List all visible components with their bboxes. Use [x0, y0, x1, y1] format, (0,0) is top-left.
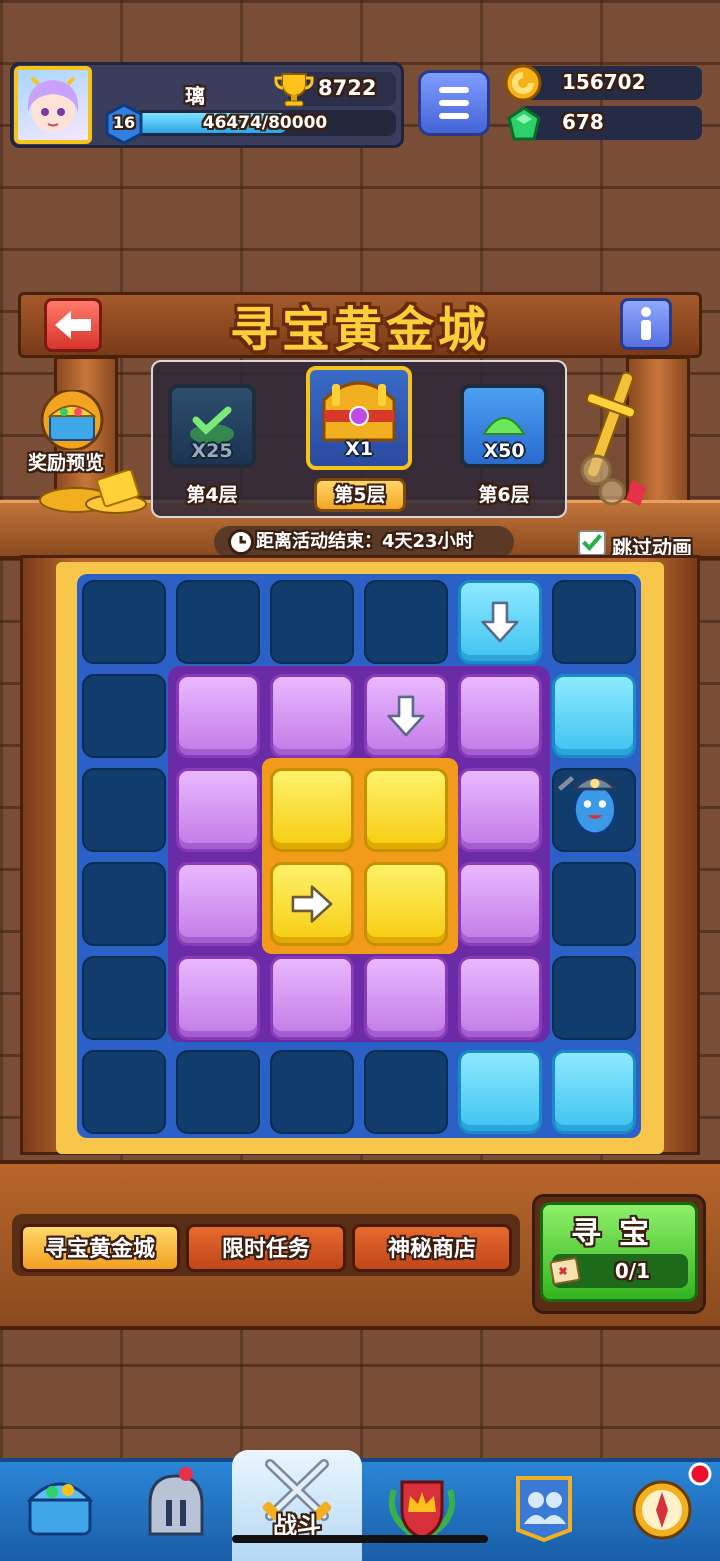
board-cell-0-5[interactable] — [552, 580, 636, 664]
board-cell-5-1[interactable] — [176, 1050, 260, 1134]
event-timer: 距离活动结束：4天23小时 — [214, 526, 514, 558]
coin-icon — [504, 64, 542, 102]
friends-banner-icon — [516, 1476, 572, 1543]
board-cell-5-3[interactable] — [364, 1050, 448, 1134]
board-cell-4-5[interactable] — [552, 956, 636, 1040]
tab-limited-tasks[interactable]: 限时任务 — [186, 1224, 346, 1272]
board-cell-4-4[interactable] — [458, 956, 542, 1040]
board-cell-1-3[interactable] — [364, 674, 448, 758]
reward-preview-button[interactable] — [34, 388, 110, 452]
compass-icon — [632, 1462, 712, 1540]
board-cell-2-0[interactable] — [82, 768, 166, 852]
event-title: 寻宝黄金城 — [229, 302, 490, 358]
floor-5-label: 第5层 — [314, 478, 406, 512]
treasure-map-icon — [548, 1254, 582, 1288]
board-cell-4-1[interactable] — [176, 956, 260, 1040]
xp-text: 46474/80000 — [202, 113, 328, 133]
knight-helmet-icon — [148, 1467, 204, 1536]
sword-treasure-icon — [566, 360, 656, 520]
board-cell-3-0[interactable] — [82, 862, 166, 946]
floor-6-label: 第6层 — [478, 484, 530, 506]
board-cell-0-3[interactable] — [364, 580, 448, 664]
player-name: 璃 — [185, 84, 205, 108]
treasure-chest-icon — [40, 388, 104, 452]
arrow-left-icon — [55, 311, 91, 339]
floor-4-card[interactable]: X25 — [168, 384, 256, 468]
board-cell-2-3[interactable] — [364, 768, 448, 852]
board-cell-0-2[interactable] — [270, 580, 354, 664]
gem-counter: 678 — [518, 106, 702, 140]
coin-amount: 156702 — [562, 70, 646, 94]
nav-heroes[interactable] — [128, 1460, 224, 1556]
coin-counter: 156702 — [518, 66, 702, 100]
checkmark-icon — [582, 533, 603, 552]
tab-mystery-shop[interactable]: 神秘商店 — [352, 1224, 512, 1272]
chest-icon — [26, 1482, 94, 1536]
xp-bar: 46474/80000 — [134, 110, 396, 136]
clock-icon — [228, 529, 254, 555]
arrow-down-icon — [367, 677, 445, 755]
board-cell-1-0[interactable] — [82, 674, 166, 758]
board-cell-2-4[interactable] — [458, 768, 542, 852]
board-cell-2-2[interactable] — [270, 768, 354, 852]
board-cell-0-4[interactable] — [458, 580, 542, 664]
avatar-portrait-icon — [27, 76, 79, 132]
gem-icon — [506, 106, 542, 142]
gem-amount: 678 — [562, 110, 604, 134]
floor-6-card[interactable]: X50 — [460, 384, 548, 468]
floor-4-label: 第4层 — [186, 484, 238, 506]
floor-5-card[interactable]: X1 — [306, 366, 412, 470]
home-indicator — [232, 1535, 488, 1543]
board-cell-4-0[interactable] — [82, 956, 166, 1040]
back-button[interactable] — [44, 298, 102, 352]
trophy-icon — [274, 70, 314, 108]
board-cell-5-4[interactable] — [458, 1050, 542, 1134]
nav-battle[interactable]: 战斗 — [232, 1450, 362, 1561]
menu-button[interactable] — [418, 70, 490, 136]
board-cell-3-2[interactable] — [270, 862, 354, 946]
board-cell-2-1[interactable] — [176, 768, 260, 852]
board-cell-1-5[interactable] — [552, 674, 636, 758]
tab-treasure-city[interactable]: 寻宝黄金城 — [20, 1224, 180, 1272]
floor-4-count: X25 — [191, 440, 233, 462]
skip-animation-checkbox[interactable] — [578, 530, 606, 556]
board-cell-4-3[interactable] — [364, 956, 448, 1040]
nav-explore[interactable] — [616, 1460, 712, 1556]
board-cell-4-2[interactable] — [270, 956, 354, 1040]
info-button[interactable] — [620, 298, 672, 350]
board-cell-5-0[interactable] — [82, 1050, 166, 1134]
board-cell-1-4[interactable] — [458, 674, 542, 758]
level-number: 16 — [112, 113, 136, 132]
board-cell-2-5[interactable] — [552, 768, 636, 852]
nav-social[interactable] — [496, 1460, 592, 1556]
menu-icon — [439, 87, 469, 93]
board-cell-5-2[interactable] — [270, 1050, 354, 1134]
board-cell-0-0[interactable] — [82, 580, 166, 664]
level-badge: 16 — [104, 103, 144, 145]
avatar[interactable] — [14, 66, 92, 144]
trophy-count: 8722 — [318, 76, 377, 100]
info-icon — [641, 307, 651, 340]
arrow-down-icon — [461, 583, 539, 661]
miner-character-icon — [552, 768, 636, 852]
board-cell-3-4[interactable] — [458, 862, 542, 946]
floor-6-count: X50 — [483, 440, 525, 462]
board-cell-3-3[interactable] — [364, 862, 448, 946]
board-cell-3-1[interactable] — [176, 862, 260, 946]
floor-5-count: X1 — [345, 438, 373, 460]
hunt-label: 寻宝 — [571, 1216, 667, 1251]
gold-pile-icon — [36, 468, 156, 514]
board-cell-1-1[interactable] — [176, 674, 260, 758]
arrow-right-icon — [273, 865, 351, 943]
nav-shop[interactable] — [12, 1460, 108, 1556]
board-cell-3-5[interactable] — [552, 862, 636, 946]
board-cell-0-1[interactable] — [176, 580, 260, 664]
board-cell-5-5[interactable] — [552, 1050, 636, 1134]
board-cell-1-2[interactable] — [270, 674, 354, 758]
